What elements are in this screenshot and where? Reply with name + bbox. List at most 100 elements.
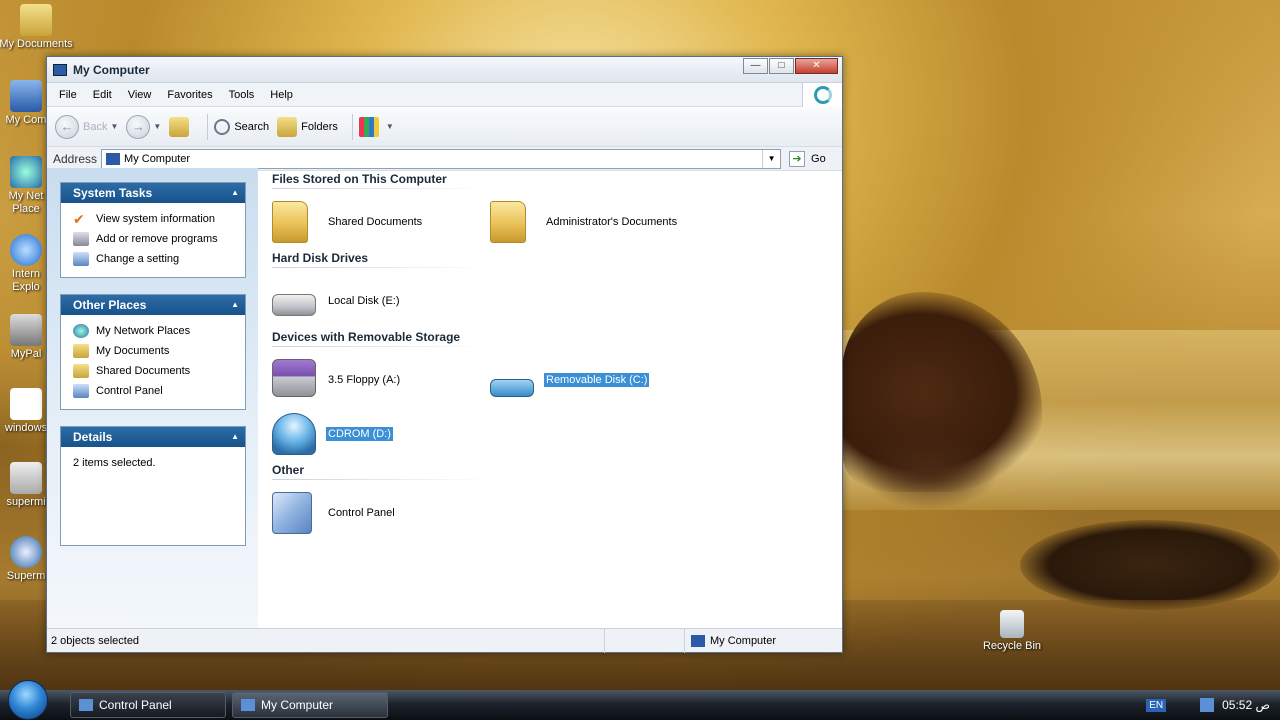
maximize-button[interactable]: □ <box>769 58 794 74</box>
floppy-icon <box>272 359 316 397</box>
desktop-wallpaper-rock <box>860 430 1000 510</box>
control-panel-icon <box>73 384 89 398</box>
menu-edit[interactable]: Edit <box>85 89 120 101</box>
status-location: My Computer <box>685 634 776 647</box>
taskbar-button-control-panel[interactable]: Control Panel <box>70 692 226 718</box>
views-icon <box>358 116 379 137</box>
chevron-down-icon[interactable]: ▼ <box>110 122 118 131</box>
go-button[interactable]: ➔ Go <box>789 150 826 167</box>
back-label: Back <box>83 120 108 133</box>
address-label: Address <box>53 151 98 166</box>
system-tray: EN 05:52 ص <box>1146 690 1280 720</box>
forward-button[interactable]: → ▼ <box>126 114 161 139</box>
control-panel-icon <box>272 492 312 534</box>
desktop-icon-my-documents[interactable]: My Documents <box>0 4 76 51</box>
folders-button[interactable]: Folders <box>277 116 338 137</box>
item-local-disk-e[interactable]: Local Disk (E:) <box>272 280 490 322</box>
place-control-panel[interactable]: Control Panel <box>73 381 245 401</box>
back-button[interactable]: ← Back ▼ <box>55 114 118 139</box>
app-icon <box>10 314 42 346</box>
views-button[interactable]: ▼ <box>358 116 394 137</box>
window-controls: — □ ✕ <box>742 58 838 74</box>
details-header[interactable]: Details ▲ <box>61 427 245 447</box>
collapse-icon[interactable]: ▲ <box>231 427 239 447</box>
group-hard-disk-drives: Hard Disk Drives <box>272 251 369 265</box>
desktop-icon-recycle-bin[interactable]: Recycle Bin <box>972 610 1052 653</box>
checkmark-icon: ✔ <box>73 211 85 227</box>
task-view-system-info[interactable]: ✔ View system information <box>73 209 245 229</box>
group-divider <box>272 479 492 480</box>
item-label: CDROM (D:) <box>325 426 394 442</box>
cdrom-icon <box>272 413 316 455</box>
folder-icon <box>272 201 308 243</box>
folder-icon <box>73 344 89 358</box>
back-arrow-icon: ← <box>55 114 79 139</box>
item-label: Control Panel <box>328 507 395 519</box>
app-icon <box>10 462 42 494</box>
language-indicator[interactable]: EN <box>1146 698 1167 712</box>
item-control-panel[interactable]: Control Panel <box>272 492 490 534</box>
address-input[interactable]: My Computer ▼ <box>101 148 782 169</box>
computer-icon <box>10 80 42 112</box>
go-label: Go <box>811 152 826 165</box>
search-button[interactable]: Search <box>214 118 269 135</box>
folders-label: Folders <box>301 120 338 133</box>
minimize-button[interactable]: — <box>743 58 768 74</box>
go-arrow-icon: ➔ <box>789 150 806 167</box>
chevron-down-icon[interactable]: ▼ <box>153 122 161 131</box>
task-pane: System Tasks ▲ ✔ View system information… <box>47 168 258 628</box>
close-button[interactable]: ✕ <box>795 58 838 74</box>
content-pane: Files Stored on This Computer Shared Doc… <box>258 168 842 628</box>
task-label: View system information <box>96 213 216 225</box>
computer-icon <box>241 699 255 711</box>
item-removable-disk-c[interactable]: Removable Disk (C:) <box>490 359 708 401</box>
menu-file[interactable]: File <box>51 89 85 101</box>
place-label: My Network Places <box>96 325 191 337</box>
menu-view[interactable]: View <box>120 89 160 101</box>
item-cdrom-d[interactable]: CDROM (D:) <box>272 413 490 455</box>
window-titlebar[interactable]: My Computer — □ ✕ <box>47 57 842 83</box>
clock[interactable]: 05:52 ص <box>1222 698 1270 712</box>
panel-title: Other Places <box>73 298 147 312</box>
chevron-down-icon[interactable]: ▼ <box>762 149 780 168</box>
place-my-network-places[interactable]: My Network Places <box>73 321 245 341</box>
programs-icon <box>73 232 89 246</box>
taskbar-button-my-computer[interactable]: My Computer <box>232 692 388 718</box>
recycle-bin-icon <box>1000 610 1024 638</box>
status-selection: 2 objects selected <box>47 628 605 653</box>
up-folder-button[interactable] <box>169 116 193 137</box>
group-divider <box>272 267 492 268</box>
address-value: My Computer <box>124 152 191 165</box>
system-tasks-panel: System Tasks ▲ ✔ View system information… <box>60 182 246 278</box>
window-body: System Tasks ▲ ✔ View system information… <box>47 168 842 628</box>
item-administrators-documents[interactable]: Administrator's Documents <box>490 201 708 243</box>
tray-icon[interactable] <box>1200 698 1215 712</box>
menu-favorites[interactable]: Favorites <box>159 89 220 101</box>
item-floppy-a[interactable]: 3.5 Floppy (A:) <box>272 359 490 401</box>
chevron-down-icon[interactable]: ▼ <box>386 122 394 131</box>
item-shared-documents[interactable]: Shared Documents <box>272 201 490 243</box>
desktop-wallpaper-rock <box>1020 520 1280 610</box>
item-label: 3.5 Floppy (A:) <box>328 374 401 386</box>
place-label: Control Panel <box>96 385 163 397</box>
other-places-panel: Other Places ▲ My Network Places My Docu… <box>60 294 246 410</box>
folder-icon <box>73 364 89 378</box>
toolbar-separator <box>351 113 353 140</box>
menu-help[interactable]: Help <box>262 89 301 101</box>
menu-tools[interactable]: Tools <box>221 89 263 101</box>
other-places-header[interactable]: Other Places ▲ <box>61 295 245 315</box>
collapse-icon[interactable]: ▲ <box>231 295 239 315</box>
place-my-documents[interactable]: My Documents <box>73 341 245 361</box>
task-add-remove-programs[interactable]: Add or remove programs <box>73 229 245 249</box>
task-change-setting[interactable]: Change a setting <box>73 249 245 269</box>
toolbar: ← Back ▼ → ▼ Search Folders ▼ <box>47 107 842 147</box>
collapse-icon[interactable]: ▲ <box>231 183 239 203</box>
start-button[interactable] <box>8 680 48 720</box>
panel-title: Details <box>73 430 113 444</box>
control-panel-icon <box>73 252 89 266</box>
system-tasks-header[interactable]: System Tasks ▲ <box>61 183 245 203</box>
folder-icon <box>20 4 52 36</box>
panel-title: System Tasks <box>73 186 153 200</box>
folder-icon <box>490 201 526 243</box>
place-shared-documents[interactable]: Shared Documents <box>73 361 245 381</box>
